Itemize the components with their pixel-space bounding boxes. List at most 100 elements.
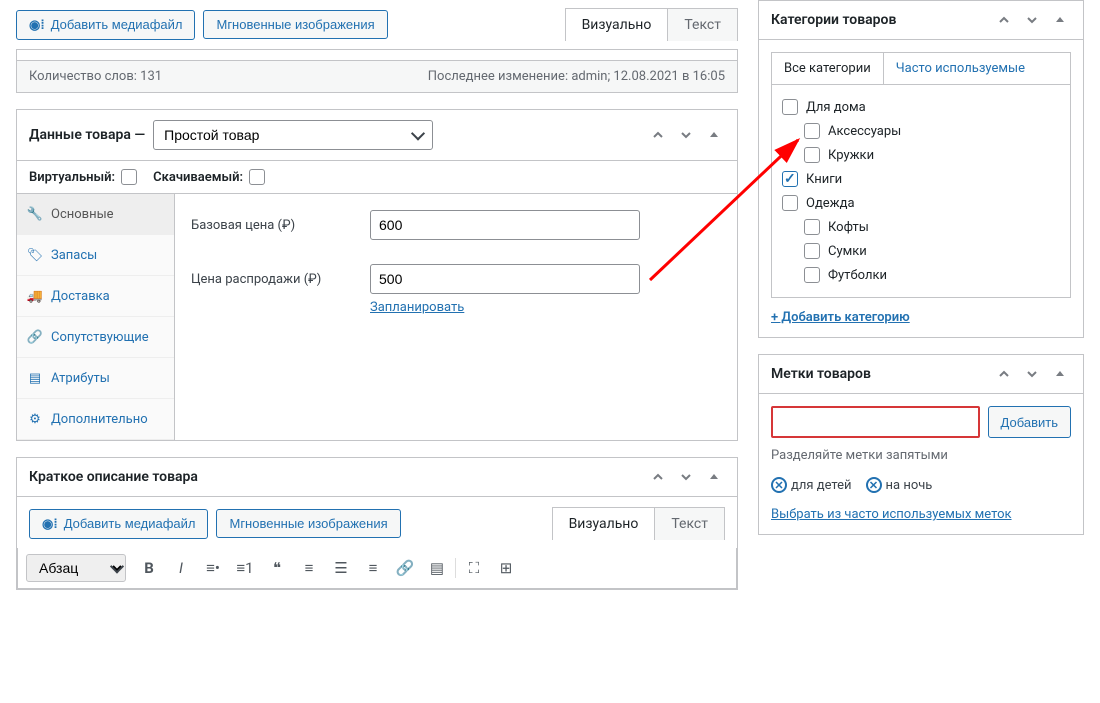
tag-chip: ✕ для детей [771,477,852,493]
collapse-icon[interactable] [1049,363,1071,385]
sort-down-icon[interactable] [675,124,697,146]
add-media-label: Добавить медиафайл [51,17,183,32]
editor-body[interactable] [16,49,738,61]
tab-advanced[interactable]: ⚙Дополнительно [17,399,174,440]
list-ul-icon: ≡• [206,559,220,577]
category-checkbox[interactable] [804,123,820,139]
add-category-link[interactable]: + Добавить категорию [771,310,910,325]
cat-tab-used[interactable]: Часто используемые [884,53,1037,84]
tab-linked[interactable]: 🔗Сопутствующие [17,317,174,358]
align-center-button[interactable]: ☰ [326,554,356,582]
category-item[interactable]: Аксессуары [804,119,1060,143]
collapse-icon[interactable] [1049,9,1071,31]
regular-price-input[interactable] [370,210,640,240]
category-label: Одежда [806,196,855,211]
category-checkbox[interactable] [804,243,820,259]
ul-button[interactable]: ≡• [198,554,228,582]
add-media-button[interactable]: ◉⁞ Добавить медиафайл [16,10,195,40]
downloadable-option[interactable]: Скачиваемый: [153,169,265,185]
tab-visual[interactable]: Визуально [566,9,668,41]
tag-hint: Разделяйте метки запятыми [771,448,1071,463]
short-instant-images-button[interactable]: Мгновенные изображения [216,509,400,538]
category-item[interactable]: Футболки [804,263,1060,287]
category-checkbox[interactable] [782,171,798,187]
sort-up-icon[interactable] [647,466,669,488]
category-checkbox[interactable] [804,147,820,163]
short-tab-text[interactable]: Текст [654,508,724,540]
schedule-sale-link[interactable]: Запланировать [370,300,464,315]
virtual-checkbox[interactable] [121,169,137,185]
short-tab-visual[interactable]: Визуально [553,508,655,540]
more-icon: ▤ [430,559,444,577]
category-item[interactable]: Кружки [804,143,1060,167]
ol-button[interactable]: ≡1 [230,554,260,582]
category-label: Аксессуары [828,124,901,139]
category-item[interactable]: Одежда [782,191,1060,215]
truck-icon: 🚚 [27,288,43,304]
category-item[interactable]: Книги [782,167,1060,191]
sort-up-icon[interactable] [993,363,1015,385]
align-left-button[interactable]: ≡ [294,554,324,582]
product-data-metabox: Данные товара — Простой товар Виртуальны… [16,109,738,441]
product-data-header: Данные товара — Простой товар [17,110,737,161]
editor-tabs: Визуально Текст [565,8,738,41]
category-checkbox[interactable] [782,195,798,211]
sort-down-icon[interactable] [1021,9,1043,31]
category-list: Для дома Аксессуары КружкиКниги Одежда Кофты… [771,84,1071,298]
editor-top-toolbar: ◉⁞ Добавить медиафайл Мгновенные изображ… [16,0,738,49]
category-checkbox[interactable] [782,99,798,115]
product-data-content: Базовая цена (₽) Цена распродажи (₽) Зап… [175,194,737,440]
wrench-icon: 🔧 [27,206,43,222]
sort-up-icon[interactable] [993,9,1015,31]
editor-format-toolbar: Абзац B I ≡• ≡1 ❝ ≡ ☰ ≡ 🔗 ▤ ⛶ ⊞ [17,548,737,589]
short-description-metabox: Краткое описание товара ◉⁞ Добавить меди… [16,457,738,590]
remove-tag-icon[interactable]: ✕ [866,477,882,493]
align-right-button[interactable]: ≡ [358,554,388,582]
more-button[interactable]: ▤ [422,554,452,582]
tag-input[interactable] [771,406,980,438]
product-type-select[interactable]: Простой товар [153,120,433,150]
tab-attributes[interactable]: ▤Атрибуты [17,358,174,399]
short-add-media-button[interactable]: ◉⁞ Добавить медиафайл [29,509,208,539]
tab-shipping[interactable]: 🚚Доставка [17,276,174,317]
link-button[interactable]: 🔗 [390,554,420,582]
sale-price-input[interactable] [370,264,640,294]
sale-price-label: Цена распродажи (₽) [191,272,356,287]
categories-metabox: Категории товаров Все категории Часто ис… [758,0,1084,338]
remove-tag-icon[interactable]: ✕ [771,477,787,493]
tag-chip: ✕на ночь [866,477,933,493]
align-left-icon: ≡ [305,559,314,577]
downloadable-checkbox[interactable] [249,169,265,185]
choose-popular-tags-link[interactable]: Выбрать из часто используемых меток [771,507,1012,522]
virtual-option[interactable]: Виртуальный: [29,169,137,185]
list-ol-icon: ≡1 [236,559,253,577]
regular-price-label: Базовая цена (₽) [191,218,356,233]
fullscreen-icon: ⛶ [469,559,480,577]
bold-button[interactable]: B [134,554,164,582]
sort-down-icon[interactable] [675,466,697,488]
category-checkbox[interactable] [804,267,820,283]
italic-button[interactable]: I [166,554,196,582]
collapse-icon[interactable] [703,466,725,488]
sort-up-icon[interactable] [647,124,669,146]
quote-button[interactable]: ❝ [262,554,292,582]
collapse-icon[interactable] [703,124,725,146]
tag-chip-list: ✕ для детей ✕на ночь [771,477,1071,493]
category-label: Кофты [828,220,869,235]
tag-label: для детей [791,478,852,493]
tab-text[interactable]: Текст [667,9,737,41]
instant-images-button[interactable]: Мгновенные изображения [203,10,387,39]
tab-inventory[interactable]: 🏷Запасы [17,235,174,276]
add-tag-button[interactable]: Добавить [988,406,1071,438]
sort-down-icon[interactable] [1021,363,1043,385]
category-item[interactable]: Для дома [782,95,1060,119]
category-item[interactable]: Сумки [804,239,1060,263]
toolbar-toggle-button[interactable]: ⊞ [491,554,521,582]
paragraph-select[interactable]: Абзац [26,554,126,582]
category-checkbox[interactable] [804,219,820,235]
fullscreen-button[interactable]: ⛶ [459,554,489,582]
tab-general[interactable]: 🔧Основные [17,194,174,235]
media-icon: ◉⁞ [29,17,45,33]
category-item[interactable]: Кофты [804,215,1060,239]
cat-tab-all[interactable]: Все категории [772,53,884,84]
